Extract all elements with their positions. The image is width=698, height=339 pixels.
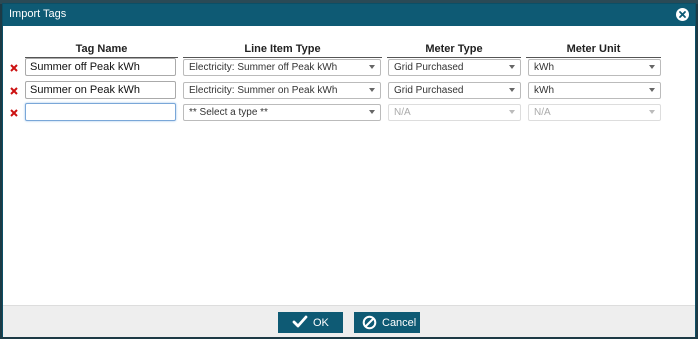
- line-item-type-value: Electricity: Summer off Peak kWh: [189, 62, 338, 73]
- meter-type-select[interactable]: Grid Purchased: [388, 59, 521, 76]
- chevron-down-icon: [509, 110, 515, 114]
- cancel-button[interactable]: Cancel: [354, 312, 420, 333]
- chevron-down-icon: [509, 65, 515, 69]
- tag-name-input[interactable]: [25, 81, 176, 99]
- meter-unit-select[interactable]: kWh: [528, 82, 661, 99]
- checkmark-icon: [292, 315, 308, 328]
- dialog-title: Import Tags: [9, 8, 67, 20]
- cancel-circle-icon: [362, 315, 377, 330]
- dialog-footer: OK Cancel: [3, 305, 695, 337]
- meter-type-value: N/A: [394, 107, 411, 118]
- meter-unit-value: kWh: [534, 85, 554, 96]
- close-icon[interactable]: [676, 8, 689, 21]
- meter-unit-select[interactable]: kWh: [528, 59, 661, 76]
- meter-type-value: Grid Purchased: [394, 62, 464, 73]
- meter-unit-value: kWh: [534, 62, 554, 73]
- delete-row-icon[interactable]: [9, 108, 19, 118]
- line-item-type-value: ** Select a type **: [189, 107, 268, 118]
- header-meter-unit: Meter Unit: [526, 43, 661, 58]
- header-tag-name: Tag Name: [25, 43, 178, 58]
- meter-unit-value: N/A: [534, 107, 551, 118]
- line-item-type-select[interactable]: Electricity: Summer on Peak kWh: [183, 82, 381, 99]
- meter-type-value: Grid Purchased: [394, 85, 464, 96]
- header-line-item-type: Line Item Type: [183, 43, 382, 58]
- chevron-down-icon: [649, 65, 655, 69]
- cancel-button-label: Cancel: [382, 317, 417, 329]
- tag-name-input[interactable]: [25, 103, 176, 121]
- chevron-down-icon: [649, 88, 655, 92]
- meter-unit-select: N/A: [528, 104, 661, 121]
- meter-type-select: N/A: [388, 104, 521, 121]
- chevron-down-icon: [369, 88, 375, 92]
- ok-button[interactable]: OK: [278, 312, 343, 333]
- chevron-down-icon: [369, 110, 375, 114]
- import-tags-dialog: Import Tags Tag Name Line Item Type Mete…: [2, 3, 696, 337]
- dialog-titlebar: Import Tags: [3, 4, 695, 26]
- delete-row-icon[interactable]: [9, 63, 19, 73]
- line-item-type-select[interactable]: Electricity: Summer off Peak kWh: [183, 59, 381, 76]
- line-item-type-value: Electricity: Summer on Peak kWh: [189, 85, 338, 96]
- chevron-down-icon: [369, 65, 375, 69]
- dialog-content: Tag Name Line Item Type Meter Type Meter…: [3, 26, 695, 304]
- ok-button-label: OK: [313, 317, 329, 329]
- meter-type-select[interactable]: Grid Purchased: [388, 82, 521, 99]
- header-meter-type: Meter Type: [387, 43, 521, 58]
- delete-row-icon[interactable]: [9, 86, 19, 96]
- chevron-down-icon: [509, 88, 515, 92]
- line-item-type-select[interactable]: ** Select a type **: [183, 104, 381, 121]
- chevron-down-icon: [649, 110, 655, 114]
- tag-name-input[interactable]: [25, 58, 176, 76]
